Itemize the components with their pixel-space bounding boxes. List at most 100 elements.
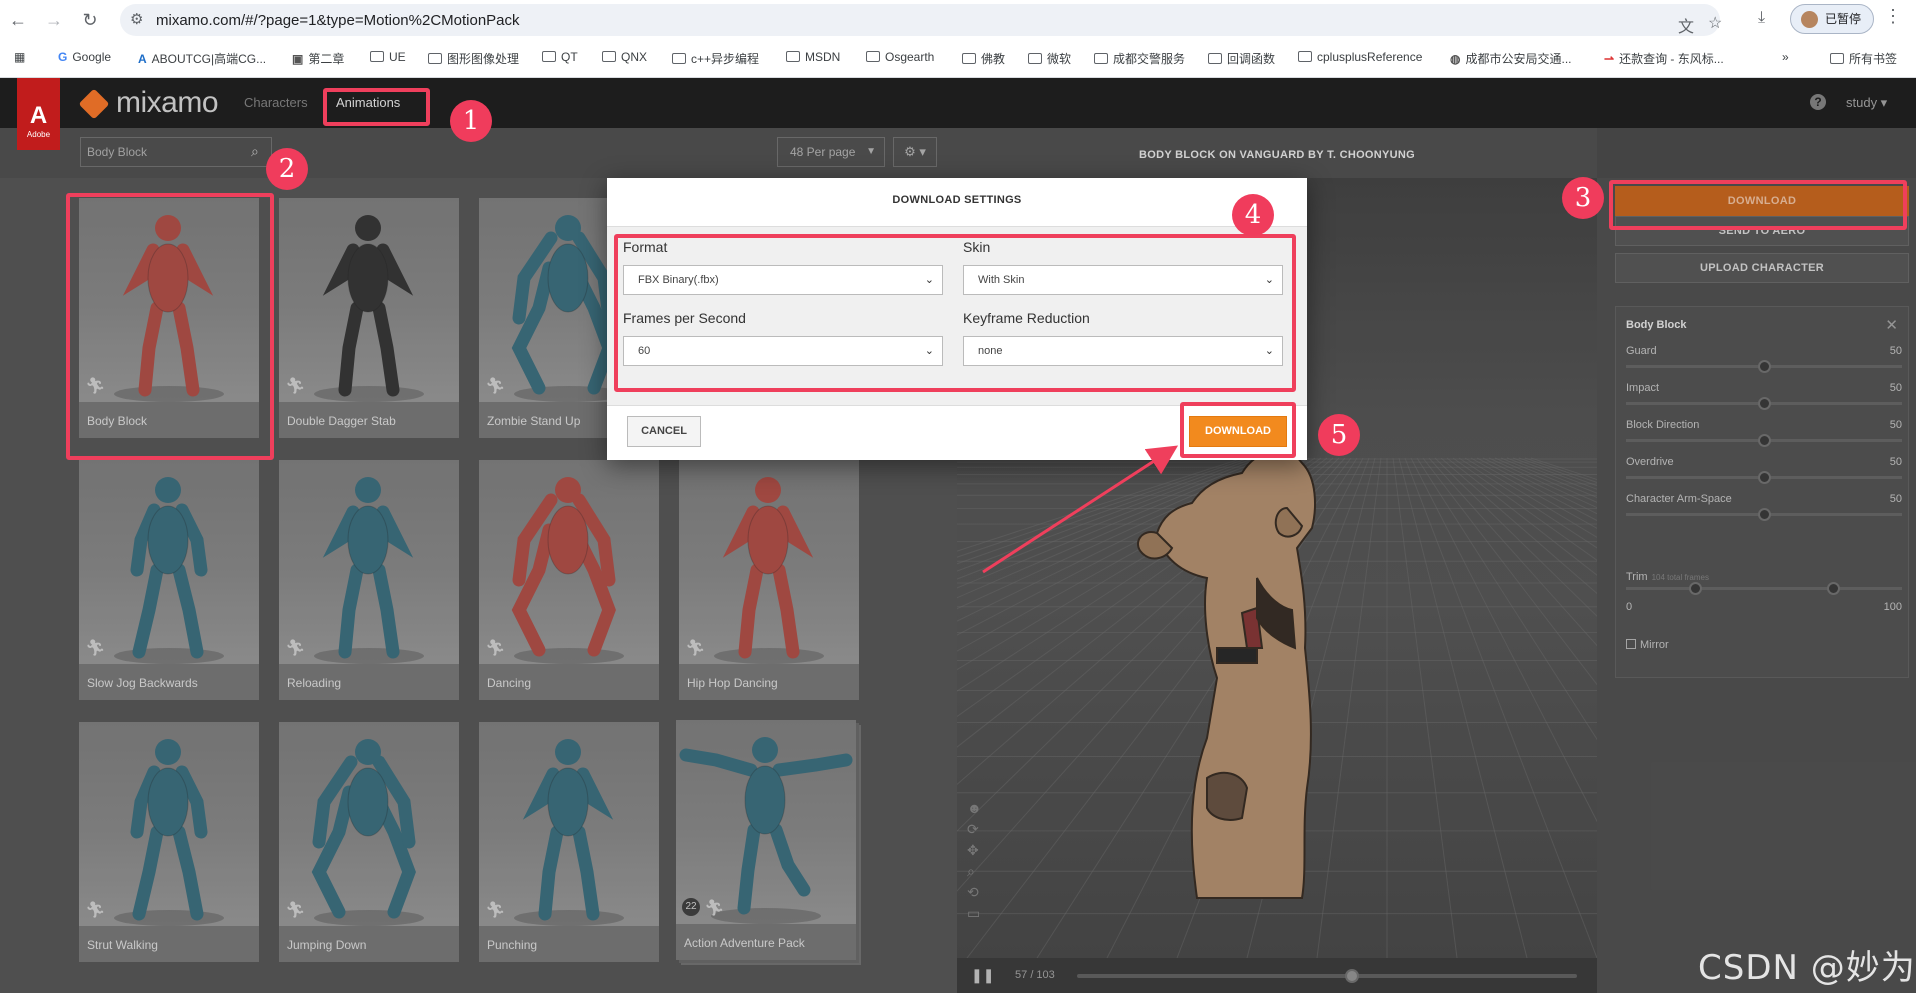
slider-track[interactable] [1626, 471, 1902, 484]
character-icon[interactable]: ☻ [967, 798, 982, 819]
slider-track[interactable] [1626, 397, 1902, 410]
checkbox-icon[interactable] [1626, 639, 1636, 649]
trim-track[interactable] [1626, 582, 1902, 595]
send-to-aero-button[interactable]: SEND TO AERO [1615, 216, 1909, 246]
bookmark-qt[interactable]: QT [542, 50, 578, 64]
animation-card[interactable]: 🏃︎ Strut Walking [79, 722, 259, 962]
mirror-checkbox[interactable]: Mirror [1626, 639, 1669, 651]
trim-min: 0 [1626, 601, 1633, 613]
slider-handle[interactable] [1758, 434, 1771, 447]
timeline-handle[interactable] [1345, 969, 1359, 983]
running-man-icon: 🏃︎ [285, 378, 306, 395]
slider-handle[interactable] [1758, 397, 1771, 410]
reload-icon[interactable]: ↻ [78, 8, 102, 32]
more-bookmarks-icon[interactable]: » [1782, 50, 1789, 64]
cancel-button[interactable]: CANCEL [627, 416, 701, 447]
param-slider: Character Arm-Space 50 [1626, 493, 1902, 533]
zoom-icon[interactable]: ⌕ [967, 861, 982, 882]
bookmark-osgearth[interactable]: Osgearth [866, 50, 934, 64]
animation-card[interactable]: 🏃︎ Slow Jog Backwards [79, 460, 259, 700]
search-icon[interactable]: ⌕ [251, 143, 259, 160]
trim-end-handle[interactable] [1827, 582, 1840, 595]
forward-icon[interactable]: → [42, 8, 66, 32]
help-icon[interactable]: ? [1810, 94, 1826, 110]
chevron-down-icon: ▼ [866, 146, 876, 157]
browser-menu-icon[interactable]: ⋮ [1884, 6, 1902, 27]
timeline-scrubber[interactable] [1077, 969, 1577, 983]
animation-thumbnail[interactable] [279, 460, 459, 664]
animation-thumbnail[interactable] [479, 722, 659, 926]
bookmark-star-icon[interactable]: ☆ [1708, 13, 1722, 33]
user-menu[interactable]: study ▾ [1846, 95, 1887, 111]
tab-characters[interactable]: Characters [244, 95, 308, 110]
translate-icon[interactable]: 文 [1678, 13, 1694, 37]
reset-icon[interactable]: ⟲ [967, 882, 982, 903]
bookmark-callbacks[interactable]: 回调函数 [1208, 50, 1275, 67]
bookmark-microsoft[interactable]: 微软 [1028, 50, 1071, 67]
animation-card[interactable]: 🏃︎ Reloading [279, 460, 459, 700]
slider-handle[interactable] [1758, 360, 1771, 373]
animation-card[interactable]: 🏃︎ Body Block [79, 198, 259, 438]
animation-thumbnail[interactable] [79, 460, 259, 664]
bookmark-msdn[interactable]: MSDN [786, 50, 840, 64]
dialog-download-button[interactable]: DOWNLOAD [1189, 416, 1287, 447]
bookmark-buddhism[interactable]: 佛教 [962, 50, 1005, 67]
format-select[interactable]: FBX Binary(.fbx) ⌄ [623, 265, 943, 295]
animation-card[interactable]: 🏃︎ Jumping Down [279, 722, 459, 962]
animation-thumbnail[interactable] [679, 460, 859, 664]
download-button[interactable]: DOWNLOAD [1615, 186, 1909, 216]
apps-grid-icon[interactable]: ▦ [14, 50, 25, 64]
rotate-icon[interactable]: ⟳ [967, 819, 982, 840]
bookmark-traffic-police[interactable]: 成都交警服务 [1094, 50, 1185, 67]
animation-thumbnail[interactable] [479, 460, 659, 664]
search-box[interactable]: ⌕ [80, 137, 272, 167]
skin-select[interactable]: With Skin ⌄ [963, 265, 1283, 295]
search-input[interactable] [87, 143, 237, 161]
trim-start-handle[interactable] [1689, 582, 1702, 595]
per-page-select[interactable]: 48 Per page ▼ [777, 137, 885, 167]
animation-card[interactable]: 🏃︎ Punching [479, 722, 659, 962]
bookmark-qnx[interactable]: QNX [602, 50, 647, 64]
bookmark-chapter2[interactable]: ▣ 第二章 [292, 50, 344, 67]
folder-icon [1298, 51, 1312, 62]
bookmark-google[interactable]: G Google [58, 50, 111, 64]
slider-handle[interactable] [1758, 508, 1771, 521]
slider-track[interactable] [1626, 508, 1902, 521]
profile-button[interactable]: 已暂停 [1790, 4, 1874, 34]
address-bar[interactable]: ⚙ mixamo.com/#/?page=1&type=Motion%2CMot… [120, 4, 1722, 37]
fps-select[interactable]: 60 ⌄ [623, 336, 943, 366]
camera-icon[interactable]: ▭ [967, 903, 982, 924]
animation-thumbnail[interactable] [79, 722, 259, 926]
bookmark-aboutcg[interactable]: A ABOUTCG|高端CG... [138, 50, 266, 67]
back-icon[interactable]: ← [6, 8, 30, 32]
grid-settings-button[interactable]: ⚙ ▾ [893, 137, 937, 167]
bookmark-ue[interactable]: UE [370, 50, 406, 64]
downloads-icon[interactable]: ⤓ [1758, 9, 1765, 27]
move-icon[interactable]: ✥ [967, 840, 982, 861]
upload-character-button[interactable]: UPLOAD CHARACTER [1615, 253, 1909, 283]
animation-card[interactable]: 🏃︎ Double Dagger Stab [279, 198, 459, 438]
slider-track[interactable] [1626, 434, 1902, 447]
animation-card[interactable]: 🏃︎ Dancing [479, 460, 659, 700]
animation-thumbnail[interactable] [279, 198, 459, 402]
animation-card[interactable]: 22 🏃︎ Action Adventure Pack [676, 720, 856, 960]
bookmark-graphics[interactable]: 图形图像处理 [428, 50, 519, 67]
keyframe-select[interactable]: none ⌄ [963, 336, 1283, 366]
animation-thumbnail[interactable] [79, 198, 259, 402]
bookmark-cpp-async[interactable]: c++异步编程 [672, 50, 759, 67]
slider-handle[interactable] [1758, 471, 1771, 484]
animation-thumbnail[interactable] [676, 720, 856, 924]
bookmark-cplusplus[interactable]: cplusplusReference [1298, 50, 1422, 64]
animation-card[interactable]: 🏃︎ Hip Hop Dancing [679, 460, 859, 700]
animation-thumbnail[interactable] [279, 722, 459, 926]
all-bookmarks[interactable]: 所有书签 [1830, 50, 1897, 67]
url-text[interactable]: mixamo.com/#/?page=1&type=Motion%2CMotio… [156, 12, 520, 29]
tab-animations[interactable]: Animations [336, 95, 400, 110]
bookmark-police-traffic[interactable]: ◍ 成都市公安局交通... [1450, 50, 1572, 67]
pause-icon[interactable]: ❚❚ [971, 967, 994, 984]
slider-track[interactable] [1626, 360, 1902, 373]
adobe-logo[interactable]: A Adobe [17, 78, 60, 150]
close-icon[interactable]: ✕ [1885, 316, 1898, 334]
site-info-icon[interactable]: ⚙ [130, 10, 143, 28]
bookmark-repayment[interactable]: ⇀ 还款查询 - 东风标... [1604, 50, 1724, 67]
